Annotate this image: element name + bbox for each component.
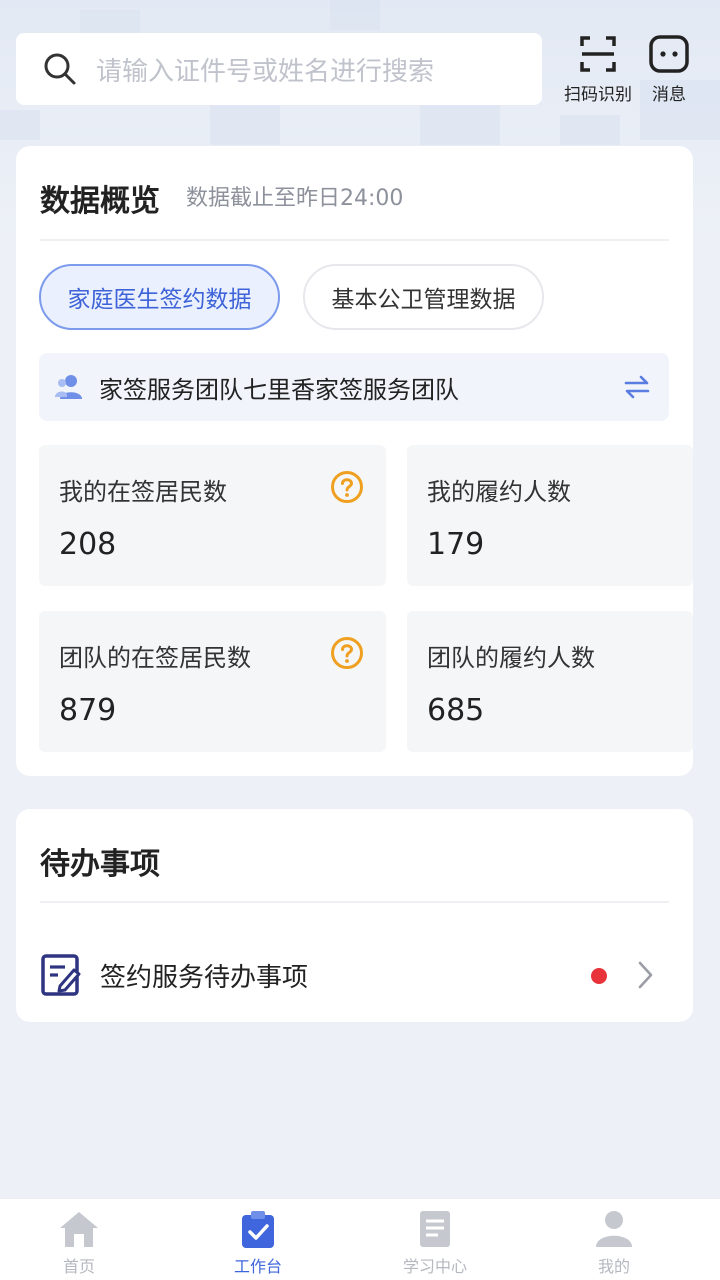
bottom-tab-bar: 首页 工作台 学习中心 我的 bbox=[0, 1198, 720, 1280]
data-overview-card: 数据概览 数据截止至昨日24:00 家庭医生签约数据 基本公卫管理数据 家签服务… bbox=[16, 146, 693, 776]
todo-item-sign-service[interactable]: 签约服务待办事项 bbox=[40, 944, 669, 1006]
home-icon bbox=[60, 1212, 98, 1247]
stat-team-fulfilled: 团队的履约人数 685 bbox=[407, 611, 693, 752]
tab-family-doctor-data[interactable]: 家庭医生签约数据 bbox=[39, 264, 280, 330]
tab-learning-center[interactable]: 学习中心 bbox=[375, 1209, 495, 1277]
divider bbox=[40, 901, 669, 903]
stat-my-signed-residents: 我的在签居民数 208 bbox=[39, 445, 386, 586]
unread-badge bbox=[591, 968, 607, 984]
scan-button[interactable]: 扫码识别 bbox=[558, 34, 638, 105]
scan-icon bbox=[580, 36, 616, 72]
chevron-right-icon bbox=[638, 961, 653, 989]
stat-value: 685 bbox=[427, 693, 485, 728]
message-label: 消息 bbox=[652, 85, 686, 105]
tab-workbench-label: 工作台 bbox=[233, 1257, 282, 1276]
help-icon[interactable] bbox=[330, 470, 364, 504]
todo-title: 待办事项 bbox=[40, 847, 160, 882]
tab-me-label: 我的 bbox=[597, 1257, 630, 1276]
overview-title: 数据概览 bbox=[40, 184, 160, 219]
stat-value: 179 bbox=[427, 527, 485, 562]
message-icon bbox=[649, 35, 689, 73]
message-button[interactable]: 消息 bbox=[644, 34, 694, 105]
overview-subtitle: 数据截止至昨日24:00 bbox=[186, 186, 404, 211]
search-icon bbox=[44, 53, 76, 85]
todo-card: 待办事项 签约服务待办事项 bbox=[16, 809, 693, 1022]
clipboard-check-icon bbox=[242, 1211, 274, 1248]
team-icon bbox=[55, 375, 82, 399]
user-icon bbox=[596, 1211, 632, 1247]
stat-value: 879 bbox=[59, 693, 117, 728]
document-icon bbox=[420, 1211, 450, 1247]
tab-me[interactable]: 我的 bbox=[554, 1209, 674, 1277]
search-input[interactable]: 请输入证件号或姓名进行搜索 bbox=[16, 33, 542, 105]
team-name: 家签服务团队七里香家签服务团队 bbox=[99, 375, 459, 404]
search-placeholder: 请输入证件号或姓名进行搜索 bbox=[96, 56, 435, 87]
divider bbox=[40, 239, 669, 241]
stat-label: 团队的在签居民数 bbox=[59, 644, 251, 672]
tab-home[interactable]: 首页 bbox=[19, 1209, 139, 1277]
swap-icon[interactable] bbox=[623, 373, 651, 401]
tab-workbench[interactable]: 工作台 bbox=[198, 1209, 318, 1277]
help-icon[interactable] bbox=[330, 636, 364, 670]
stat-value: 208 bbox=[59, 527, 117, 562]
tab-learning-label: 学习中心 bbox=[402, 1257, 467, 1276]
stat-label: 我的在签居民数 bbox=[59, 478, 227, 506]
stat-team-signed-residents: 团队的在签居民数 879 bbox=[39, 611, 386, 752]
team-selector[interactable]: 家签服务团队七里香家签服务团队 bbox=[39, 353, 669, 421]
tab-public-health-data[interactable]: 基本公卫管理数据 bbox=[303, 264, 544, 330]
stat-label: 我的履约人数 bbox=[427, 478, 571, 506]
edit-document-icon bbox=[41, 954, 81, 996]
scan-label: 扫码识别 bbox=[564, 85, 632, 105]
tab-home-label: 首页 bbox=[62, 1257, 95, 1276]
stat-label: 团队的履约人数 bbox=[427, 644, 595, 672]
stat-my-fulfilled: 我的履约人数 179 bbox=[407, 445, 693, 586]
todo-item-label: 签约服务待办事项 bbox=[100, 962, 309, 993]
